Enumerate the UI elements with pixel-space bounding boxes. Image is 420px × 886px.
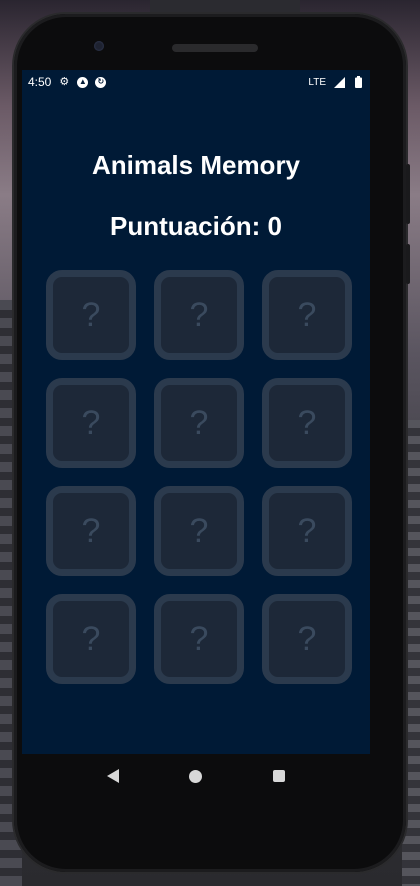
memory-card[interactable]: ?: [262, 378, 352, 468]
memory-card[interactable]: ?: [154, 378, 244, 468]
network-type: LTE: [308, 76, 326, 88]
earpiece-speaker: [172, 44, 258, 52]
memory-card[interactable]: ?: [154, 270, 244, 360]
back-icon[interactable]: [107, 769, 120, 783]
status-right: LTE: [308, 76, 364, 88]
memory-card[interactable]: ?: [262, 486, 352, 576]
home-icon[interactable]: [189, 769, 203, 783]
card-grid: ? ? ? ? ? ? ? ? ? ? ? ?: [46, 270, 352, 684]
question-mark-icon: ?: [297, 619, 317, 658]
memory-card[interactable]: ?: [46, 378, 136, 468]
question-mark-icon: ?: [189, 619, 209, 658]
memory-card[interactable]: ?: [46, 270, 136, 360]
game-title: Animals Memory: [91, 150, 301, 180]
status-left: 4:50 ⚙ ▲ ↻: [28, 75, 107, 89]
question-mark-icon: ?: [189, 403, 209, 442]
signal-icon: [333, 76, 345, 88]
score-label: Puntuación: 0: [110, 211, 282, 241]
android-nav-bar: [22, 754, 370, 798]
power-button: [406, 244, 410, 284]
question-mark-icon: ?: [297, 511, 317, 550]
question-mark-icon: ?: [81, 403, 101, 442]
memory-card[interactable]: ?: [46, 594, 136, 684]
front-camera: [94, 41, 104, 51]
question-mark-icon: ?: [81, 511, 101, 550]
status-bar: 4:50 ⚙ ▲ ↻ LTE: [22, 70, 370, 94]
question-mark-icon: ?: [297, 403, 317, 442]
question-mark-icon: ?: [81, 295, 101, 334]
question-mark-icon: ?: [81, 619, 101, 658]
memory-card[interactable]: ?: [154, 594, 244, 684]
memory-card[interactable]: ?: [262, 594, 352, 684]
recents-icon[interactable]: [272, 770, 285, 782]
question-mark-icon: ?: [297, 295, 317, 334]
sync-circle-icon: ↻: [95, 76, 107, 88]
memory-card[interactable]: ?: [46, 486, 136, 576]
memory-card[interactable]: ?: [262, 270, 352, 360]
question-mark-icon: ?: [189, 511, 209, 550]
question-mark-icon: ?: [189, 295, 209, 334]
battery-icon: [352, 76, 364, 88]
volume-button: [406, 164, 410, 224]
a-circle-icon: ▲: [77, 76, 89, 88]
status-time: 4:50: [28, 75, 52, 89]
memory-card[interactable]: ?: [154, 486, 244, 576]
app-screen: 4:50 ⚙ ▲ ↻ LTE Animals Memory Puntuación…: [22, 70, 370, 754]
gear-icon: ⚙: [59, 75, 70, 88]
